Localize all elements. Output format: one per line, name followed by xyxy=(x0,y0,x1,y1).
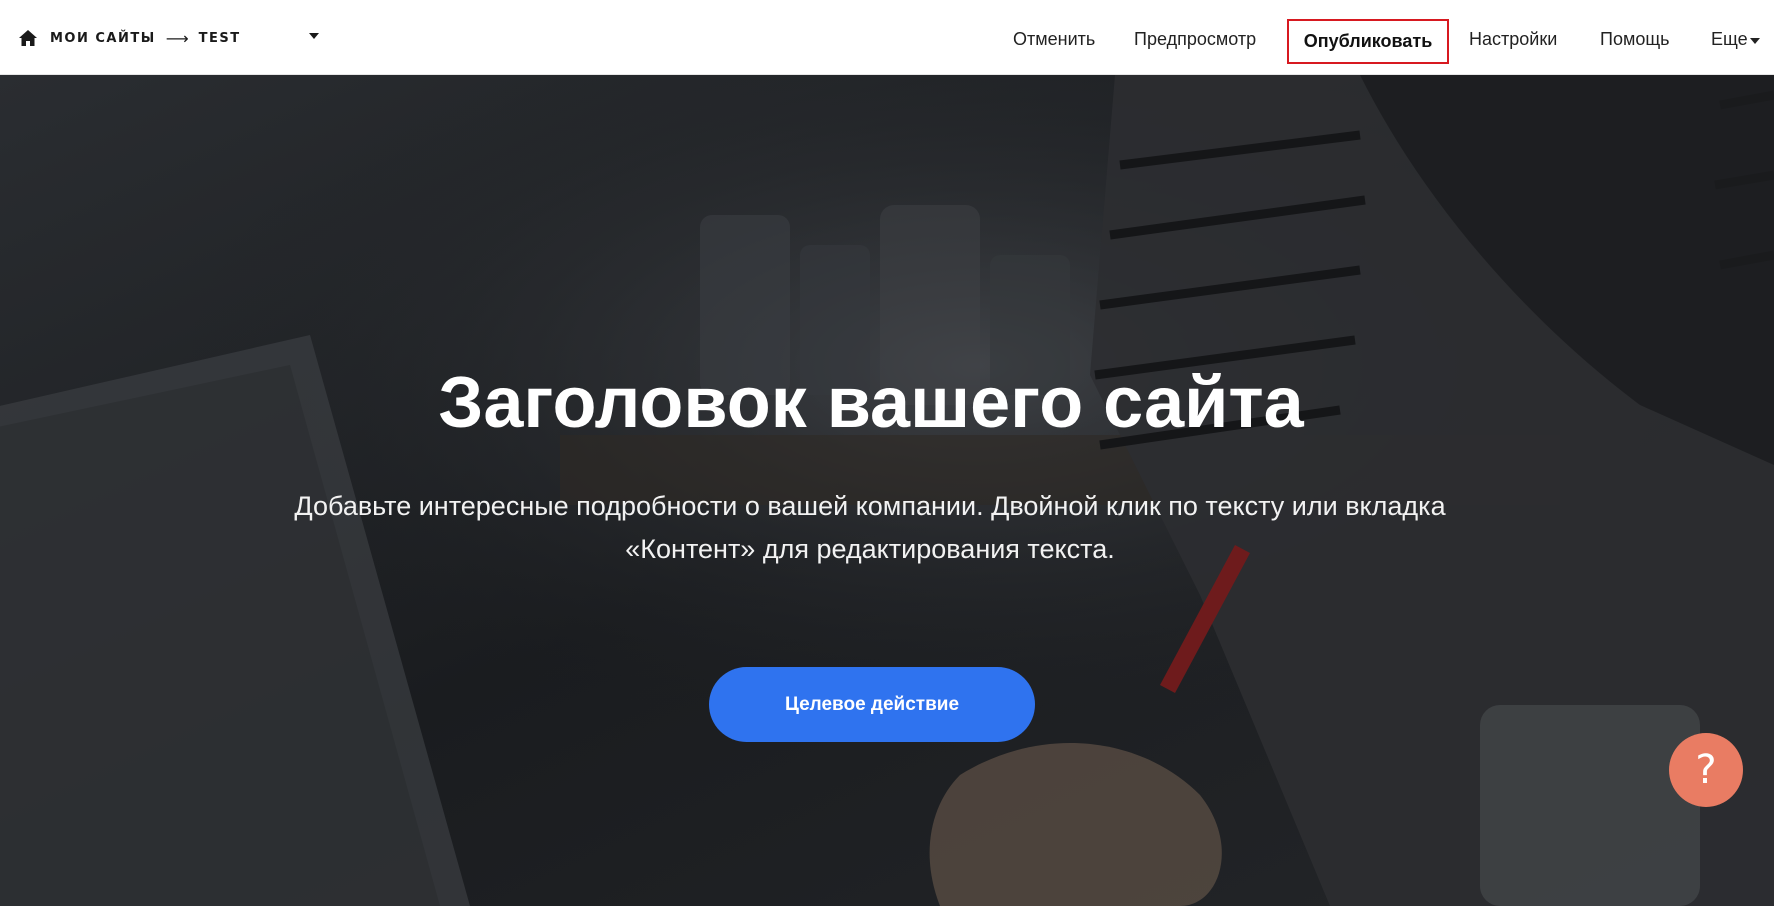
settings-button[interactable]: Настройки xyxy=(1469,24,1557,54)
undo-button[interactable]: Отменить xyxy=(1013,24,1095,54)
site-switcher-chevron-down-icon[interactable] xyxy=(309,33,319,39)
breadcrumb-arrow-icon: ⟶ xyxy=(165,28,189,48)
hero-section: Заголовок вашего сайта Добавьте интересн… xyxy=(0,75,1774,906)
more-menu-button[interactable]: Еще xyxy=(1711,24,1748,54)
home-icon[interactable] xyxy=(18,28,38,48)
publish-button[interactable]: Опубликовать xyxy=(1287,19,1449,64)
cta-button[interactable]: Целевое действие xyxy=(709,667,1035,742)
breadcrumb-my-sites[interactable]: МОИ САЙТЫ xyxy=(50,31,156,46)
editor-topbar: МОИ САЙТЫ ⟶ TEST Отменить Предпросмотр О… xyxy=(0,0,1774,75)
hero-title: Заголовок вашего сайта xyxy=(438,363,1304,443)
preview-button[interactable]: Предпросмотр xyxy=(1134,24,1256,54)
help-chat-button[interactable]: ? xyxy=(1669,733,1743,807)
hero-subtitle: Добавьте интересные подробности о вашей … xyxy=(294,491,1446,564)
question-mark-icon: ? xyxy=(1695,747,1717,793)
breadcrumb-current-site: TEST xyxy=(198,30,241,46)
more-chevron-down-icon[interactable] xyxy=(1750,38,1760,44)
help-menu-button[interactable]: Помощь xyxy=(1600,24,1670,54)
breadcrumb: МОИ САЙТЫ ⟶ TEST xyxy=(18,26,241,50)
